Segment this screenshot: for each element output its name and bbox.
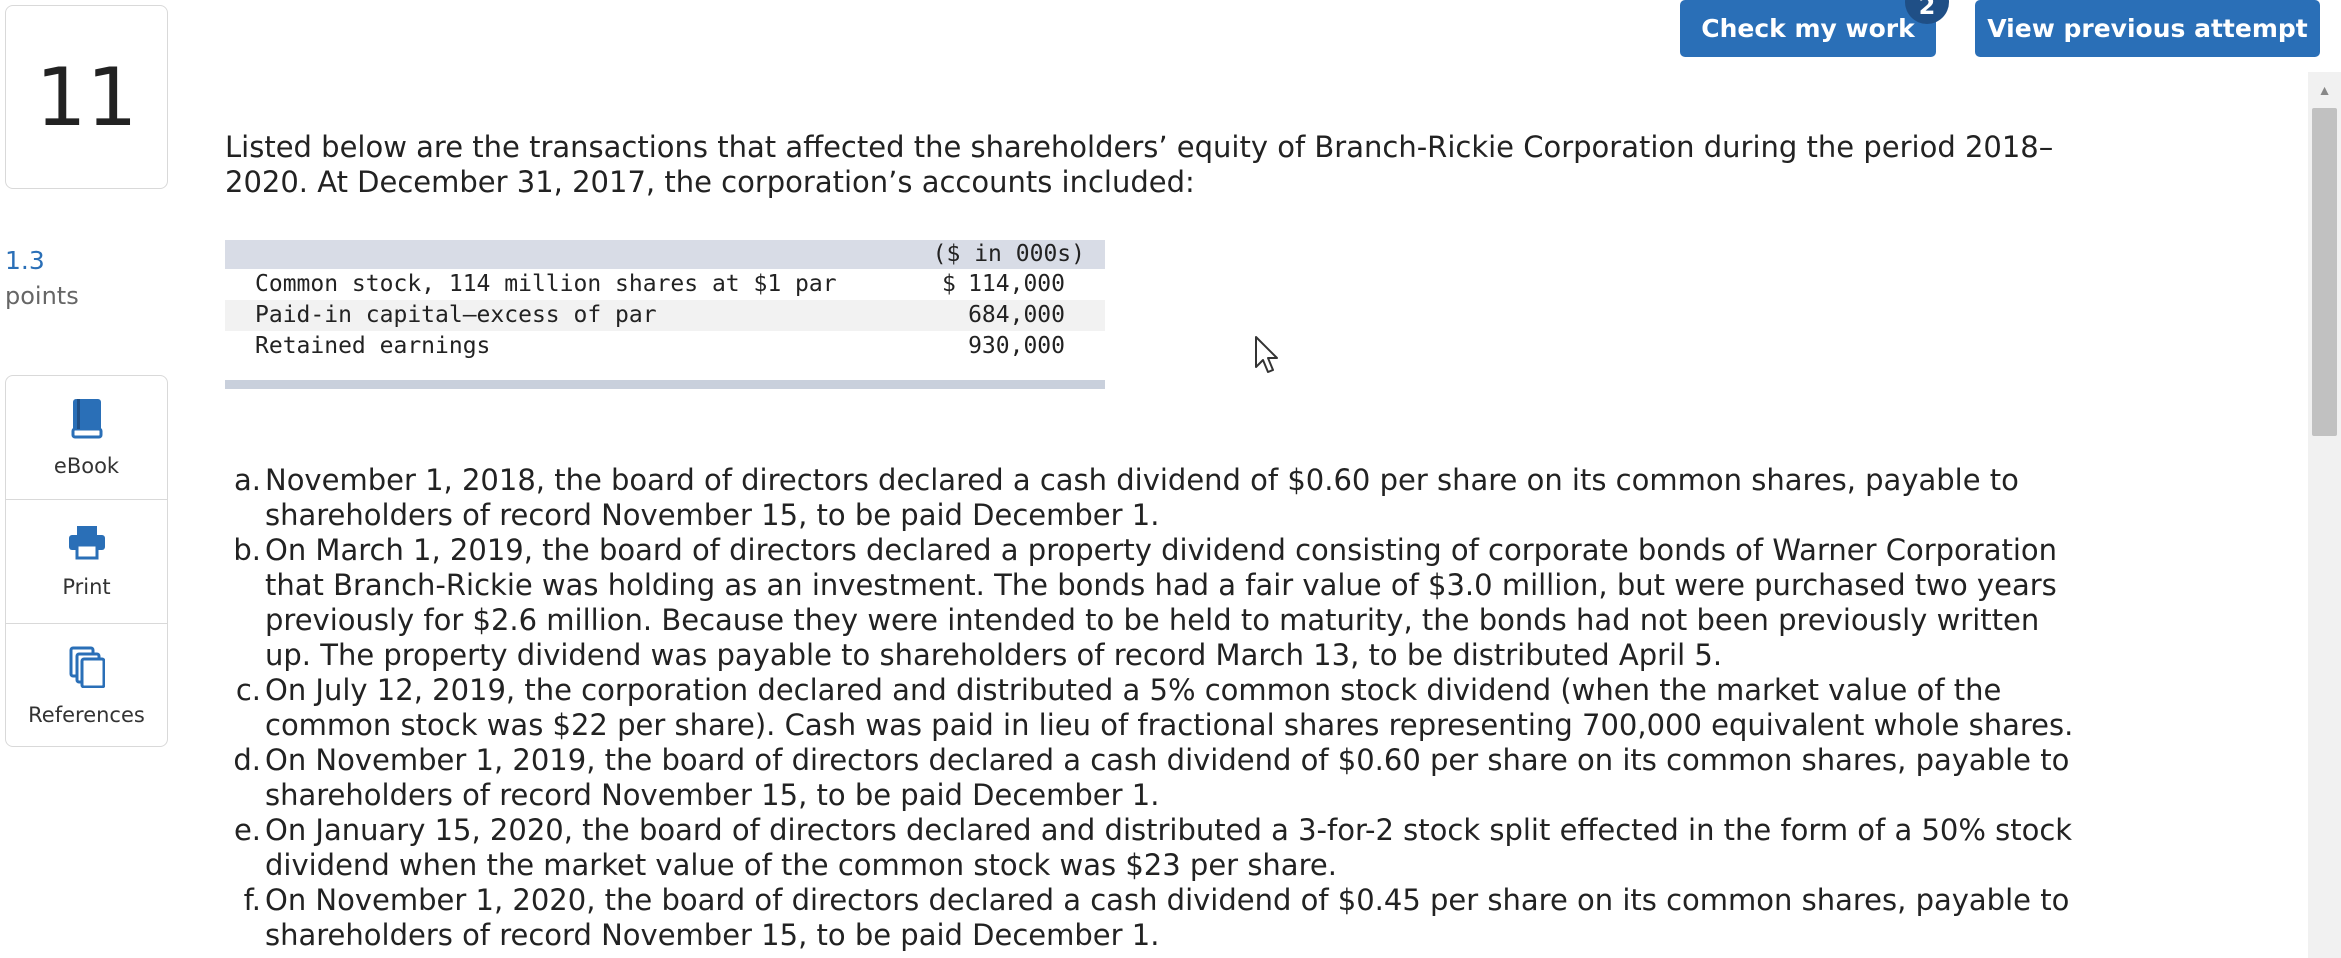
item-letter: f. bbox=[243, 883, 261, 917]
ebook-label: eBook bbox=[53, 454, 120, 478]
item-text: November 1, 2018, the board of directors… bbox=[265, 463, 2019, 532]
list-item: f. On November 1, 2020, the board of dir… bbox=[225, 883, 2085, 953]
tools-panel: eBook Print References bbox=[5, 375, 168, 747]
item-letter: c. bbox=[235, 673, 261, 707]
check-my-work-button[interactable]: Check my work bbox=[1680, 0, 1936, 57]
vertical-scrollbar[interactable]: ▲ bbox=[2308, 72, 2341, 958]
list-item: b. On March 1, 2019, the board of direct… bbox=[225, 533, 2085, 673]
table-header-units: ($ in 000s) bbox=[932, 241, 1085, 267]
row-value: 684,000 bbox=[968, 302, 1065, 328]
list-item: a. November 1, 2018, the board of direct… bbox=[225, 463, 2085, 533]
print-button[interactable]: Print bbox=[6, 500, 167, 624]
scroll-up-arrow-icon[interactable]: ▲ bbox=[2308, 80, 2341, 100]
question-intro-text: Listed below are the transactions that a… bbox=[225, 130, 2054, 199]
row-label: Common stock, 114 million shares at $1 p… bbox=[255, 271, 837, 297]
row-value: 930,000 bbox=[968, 333, 1065, 359]
references-label: References bbox=[28, 702, 145, 727]
table-row: Retained earnings 930,000 bbox=[225, 331, 1105, 362]
mouse-cursor-icon bbox=[1254, 335, 1280, 380]
row-label: Paid-in capital—excess of par bbox=[255, 302, 657, 328]
transactions-list: a. November 1, 2018, the board of direct… bbox=[225, 463, 2085, 953]
ebook-button[interactable]: eBook bbox=[6, 376, 167, 500]
row-value: 114,000 bbox=[968, 271, 1065, 297]
item-text: On March 1, 2019, the board of directors… bbox=[265, 533, 2058, 672]
table-row: Paid-in capital—excess of par 684,000 bbox=[225, 300, 1105, 331]
item-letter: a. bbox=[234, 463, 261, 497]
points-label: points bbox=[5, 282, 79, 310]
item-letter: e. bbox=[233, 813, 261, 847]
item-text: On July 12, 2019, the corporation declar… bbox=[265, 673, 2074, 742]
list-item: d. On November 1, 2019, the board of dir… bbox=[225, 743, 2085, 813]
item-text: On November 1, 2019, the board of direct… bbox=[265, 743, 2070, 812]
row-label: Retained earnings bbox=[255, 333, 491, 359]
list-item: c. On July 12, 2019, the corporation dec… bbox=[225, 673, 2085, 743]
row-dollar-sign: $ bbox=[942, 271, 956, 297]
table-header: ($ in 000s) bbox=[225, 240, 1105, 269]
book-icon bbox=[69, 397, 105, 444]
points-value: 1.3 bbox=[5, 246, 45, 275]
item-text: On November 1, 2020, the board of direct… bbox=[265, 883, 2070, 952]
view-previous-attempt-button[interactable]: View previous attempt bbox=[1975, 0, 2320, 57]
printer-icon bbox=[67, 524, 107, 565]
question-number: 11 bbox=[35, 50, 138, 144]
list-item: e. On January 15, 2020, the board of dir… bbox=[225, 813, 2085, 883]
item-text: On January 15, 2020, the board of direct… bbox=[265, 813, 2073, 882]
copy-icon bbox=[69, 646, 105, 693]
item-letter: b. bbox=[233, 533, 261, 567]
print-label: Print bbox=[62, 575, 111, 599]
table-footer-bar bbox=[225, 380, 1105, 389]
scrollbar-thumb[interactable] bbox=[2312, 108, 2337, 436]
question-number-card: 11 bbox=[5, 5, 168, 189]
accounts-table: ($ in 000s) Common stock, 114 million sh… bbox=[225, 240, 1105, 389]
item-letter: d. bbox=[233, 743, 261, 777]
references-button[interactable]: References bbox=[6, 624, 167, 748]
table-row: Common stock, 114 million shares at $1 p… bbox=[225, 269, 1105, 300]
